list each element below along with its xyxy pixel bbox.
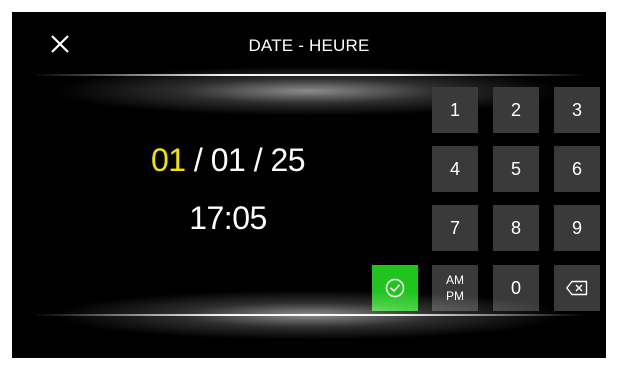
time-display[interactable]: 17:05 (72, 200, 384, 237)
check-circle-icon (385, 278, 405, 298)
date-rest: / 01 / 25 (185, 142, 306, 178)
date-display: 01 / 01 / 25 (72, 142, 384, 179)
key-6[interactable]: 6 (554, 146, 600, 192)
key-9[interactable]: 9 (554, 205, 600, 251)
pm-label: PM (446, 289, 464, 303)
confirm-button[interactable] (372, 265, 418, 311)
am-label: AM (446, 273, 464, 287)
bottom-glow-haze (52, 290, 566, 340)
ampm-toggle-button[interactable]: AM PM (432, 265, 478, 311)
backspace-button[interactable] (554, 265, 600, 311)
key-2[interactable]: 2 (493, 87, 539, 133)
page-title: DATE - HEURE (248, 36, 370, 55)
key-1[interactable]: 1 (432, 87, 478, 133)
key-5[interactable]: 5 (493, 146, 539, 192)
backspace-icon (566, 280, 588, 296)
screen: DATE - HEURE 01 / 01 / 25 17:05 1 2 3 4 … (12, 12, 606, 358)
bottom-glow-line (32, 314, 586, 316)
header: DATE - HEURE (12, 12, 606, 76)
key-3[interactable]: 3 (554, 87, 600, 133)
key-8[interactable]: 8 (493, 205, 539, 251)
key-4[interactable]: 4 (432, 146, 478, 192)
key-7[interactable]: 7 (432, 205, 478, 251)
key-0[interactable]: 0 (493, 265, 539, 311)
date-day-field[interactable]: 01 (151, 142, 186, 178)
